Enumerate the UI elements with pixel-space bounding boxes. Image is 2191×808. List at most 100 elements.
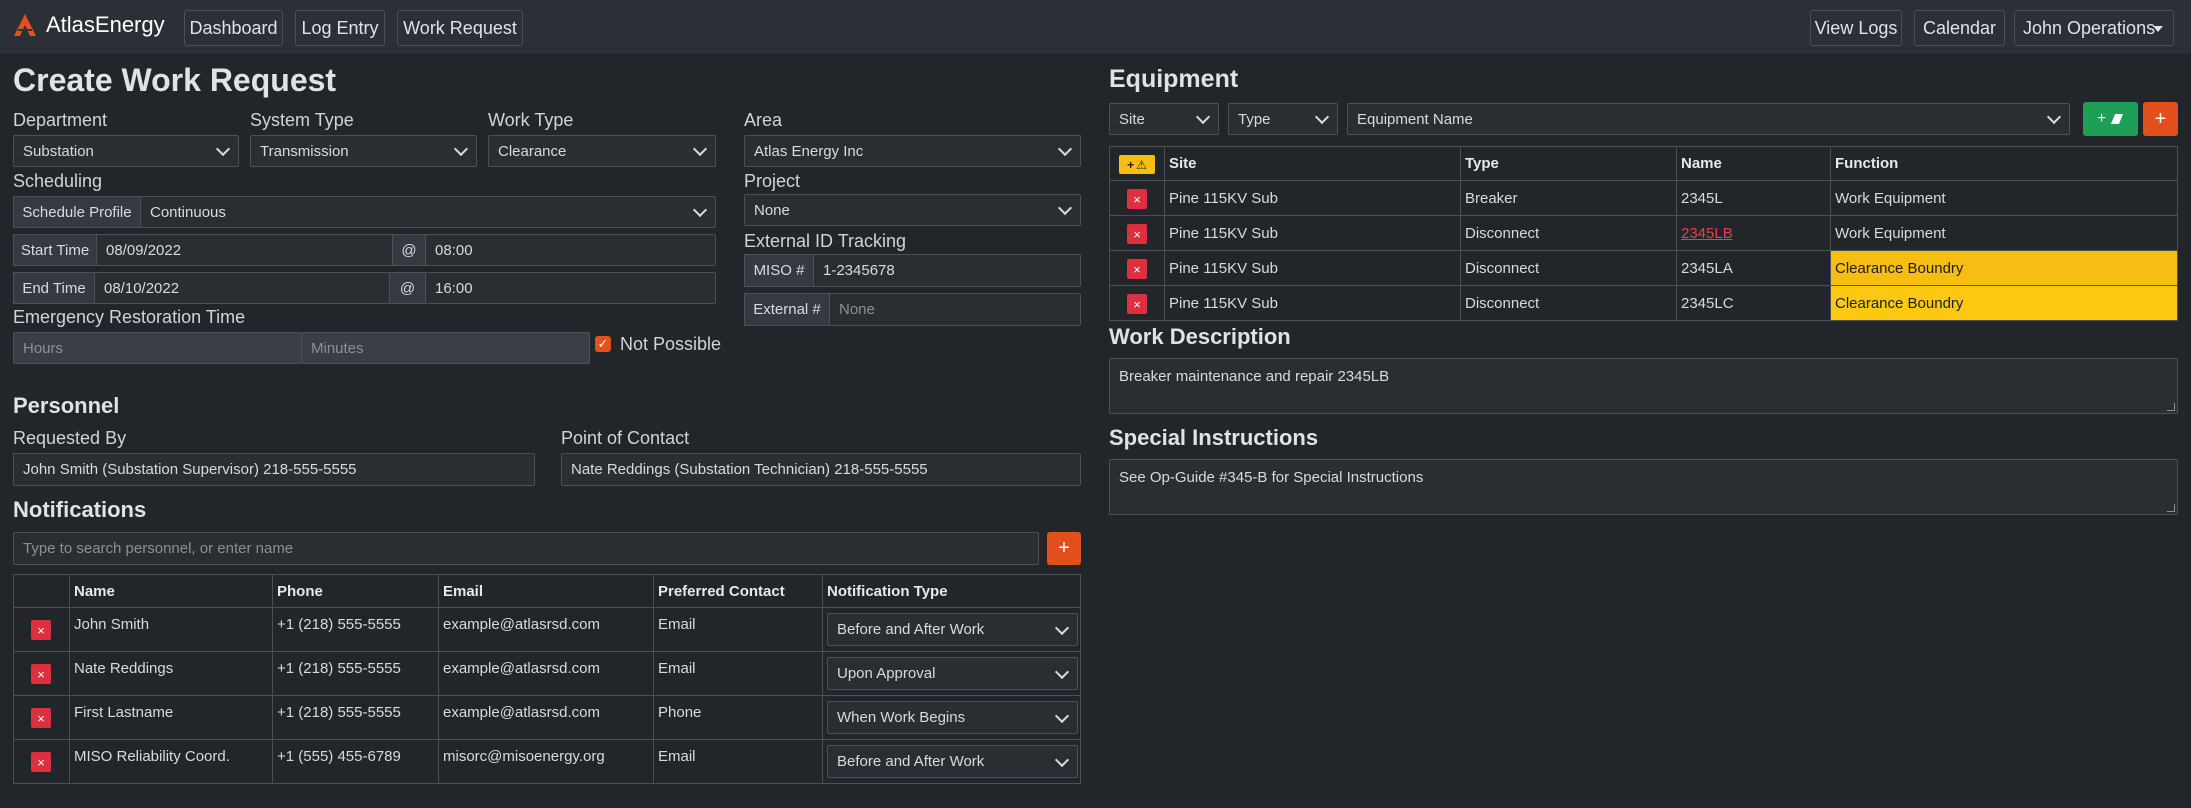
nav-work-request[interactable]: Work Request xyxy=(397,10,523,46)
special-instructions-textarea[interactable]: See Op-Guide #345-B for Special Instruct… xyxy=(1109,459,2178,515)
cell-function: Clearance Boundry xyxy=(1830,250,2178,286)
cell-notification-type: Upon Approval xyxy=(822,651,1081,696)
cell-site: Pine 115KV Sub xyxy=(1164,285,1461,321)
remove-row-button[interactable]: × xyxy=(31,708,51,728)
equipment-type-filter[interactable]: Type xyxy=(1228,103,1338,135)
end-at-symbol: @ xyxy=(389,272,426,304)
start-time-input[interactable]: 08:00 xyxy=(425,234,716,266)
header-site: Site xyxy=(1164,146,1461,181)
row-actions: × xyxy=(13,739,70,784)
resize-handle-icon[interactable] xyxy=(2167,403,2175,411)
notification-type-select[interactable]: When Work Begins xyxy=(827,701,1078,734)
cell-notification-type: Before and After Work xyxy=(822,607,1081,652)
remove-equipment-button[interactable]: × xyxy=(1127,294,1147,314)
end-date-input[interactable]: 08/10/2022 xyxy=(94,272,390,304)
requested-by-label: Requested By xyxy=(13,428,127,448)
cell-function: Clearance Boundry xyxy=(1830,285,2178,321)
schedule-profile-label: Schedule Profile xyxy=(13,196,141,228)
project-label: Project xyxy=(744,171,801,191)
navbar: AtlasEnergy Dashboard Log Entry Work Req… xyxy=(0,0,2191,55)
project-value: None xyxy=(754,201,790,219)
cell-notification-type: Before and After Work xyxy=(822,739,1081,784)
cell-type: Disconnect xyxy=(1460,250,1677,286)
cell-type: Disconnect xyxy=(1460,285,1677,321)
equipment-name-select[interactable]: Equipment Name xyxy=(1347,103,2070,135)
notification-type-select[interactable]: Before and After Work xyxy=(827,745,1078,778)
header-name: Name xyxy=(69,574,273,608)
nav-calendar[interactable]: Calendar xyxy=(1914,10,2005,46)
cell-function: Work Equipment xyxy=(1830,215,2178,251)
equipment-link[interactable]: 2345LB xyxy=(1681,225,1733,242)
close-icon: × xyxy=(37,622,45,638)
personnel-search-input[interactable]: Type to search personnel, or enter name xyxy=(13,532,1039,565)
department-select[interactable]: Substation xyxy=(13,135,239,167)
page-title: Create Work Request xyxy=(13,62,337,98)
point-of-contact-input[interactable]: Nate Reddings (Substation Technician) 21… xyxy=(561,453,1081,486)
remove-equipment-button[interactable]: × xyxy=(1127,224,1147,244)
cell-name: 2345LC xyxy=(1676,285,1831,321)
row-actions: × xyxy=(13,695,70,740)
header-actions xyxy=(13,574,70,608)
table-row: × Pine 115KV Sub Breaker 2345L Work Equi… xyxy=(1109,180,2178,216)
chevron-down-icon xyxy=(1054,664,1070,679)
nav-log-entry[interactable]: Log Entry xyxy=(295,10,385,46)
close-icon: × xyxy=(1133,191,1141,207)
hours-input[interactable]: Hours xyxy=(13,332,302,364)
notification-type-select[interactable]: Upon Approval xyxy=(827,657,1078,690)
area-select[interactable]: Atlas Energy Inc xyxy=(744,135,1081,167)
equipment-table: + ⚠ Site Type Name Function × Pine 115KV… xyxy=(1109,146,2178,321)
table-row: × Pine 115KV Sub Disconnect 2345LA Clear… xyxy=(1109,250,2178,286)
system-type-select[interactable]: Transmission xyxy=(250,135,477,167)
remove-row-button[interactable]: × xyxy=(31,664,51,684)
equipment-name-value: Equipment Name xyxy=(1357,110,1473,128)
schedule-profile-select[interactable]: Continuous xyxy=(140,196,716,228)
nav-view-logs[interactable]: View Logs xyxy=(1810,10,1902,46)
nav-dashboard[interactable]: Dashboard xyxy=(184,10,283,46)
end-time-input[interactable]: 16:00 xyxy=(425,272,716,304)
notification-type-value: Upon Approval xyxy=(837,665,936,682)
notification-type-value: Before and After Work xyxy=(837,621,985,638)
cell-phone: +1 (218) 555-5555 xyxy=(272,607,439,652)
cell-notification-type: When Work Begins xyxy=(822,695,1081,740)
work-description-textarea[interactable]: Breaker maintenance and repair 2345LB xyxy=(1109,358,2178,414)
external-number-label: External # xyxy=(744,293,830,326)
cell-email: example@atlasrsd.com xyxy=(438,651,654,696)
add-equipment-row-button[interactable]: + xyxy=(2143,102,2178,136)
miso-input[interactable]: 1-2345678 xyxy=(813,254,1081,287)
header-phone: Phone xyxy=(272,574,439,608)
cell-name: 2345LB xyxy=(1676,215,1831,251)
chevron-down-icon xyxy=(1314,109,1330,125)
add-notification-button[interactable]: + xyxy=(1047,532,1081,565)
user-menu[interactable]: John Operations xyxy=(2014,10,2174,46)
user-name: John Operations xyxy=(2023,17,2156,38)
resize-handle-icon[interactable] xyxy=(2167,504,2175,512)
add-equipment-button[interactable]: + xyxy=(2083,102,2138,136)
notification-type-select[interactable]: Before and After Work xyxy=(827,613,1078,646)
cell-site: Pine 115KV Sub xyxy=(1164,215,1461,251)
equipment-title: Equipment xyxy=(1109,65,1239,93)
cell-phone: +1 (555) 455-6789 xyxy=(272,739,439,784)
external-number-input[interactable]: None xyxy=(829,293,1081,326)
row-actions: × xyxy=(1109,250,1165,286)
close-icon: × xyxy=(1133,261,1141,277)
remove-equipment-button[interactable]: × xyxy=(1127,189,1147,209)
brand[interactable]: AtlasEnergy xyxy=(12,12,165,38)
add-warning-button[interactable]: + ⚠ xyxy=(1119,155,1155,174)
project-select[interactable]: None xyxy=(744,194,1081,226)
brand-name: AtlasEnergy xyxy=(46,12,165,37)
special-instructions-text: See Op-Guide #345-B for Special Instruct… xyxy=(1119,469,1424,486)
notifications-title: Notifications xyxy=(13,497,147,522)
row-actions: × xyxy=(1109,285,1165,321)
minutes-input[interactable]: Minutes xyxy=(301,332,590,364)
start-date-input[interactable]: 08/09/2022 xyxy=(96,234,393,266)
work-type-select[interactable]: Clearance xyxy=(488,135,716,167)
system-type-value: Transmission xyxy=(260,142,349,160)
requested-by-input[interactable]: John Smith (Substation Supervisor) 218-5… xyxy=(13,453,535,486)
remove-row-button[interactable]: × xyxy=(31,620,51,640)
remove-row-button[interactable]: × xyxy=(31,752,51,772)
cell-contact: Email xyxy=(653,739,823,784)
cell-phone: +1 (218) 555-5555 xyxy=(272,695,439,740)
not-possible-checkbox[interactable]: ✓ xyxy=(595,336,611,352)
equipment-site-filter[interactable]: Site xyxy=(1109,103,1219,135)
remove-equipment-button[interactable]: × xyxy=(1127,259,1147,279)
